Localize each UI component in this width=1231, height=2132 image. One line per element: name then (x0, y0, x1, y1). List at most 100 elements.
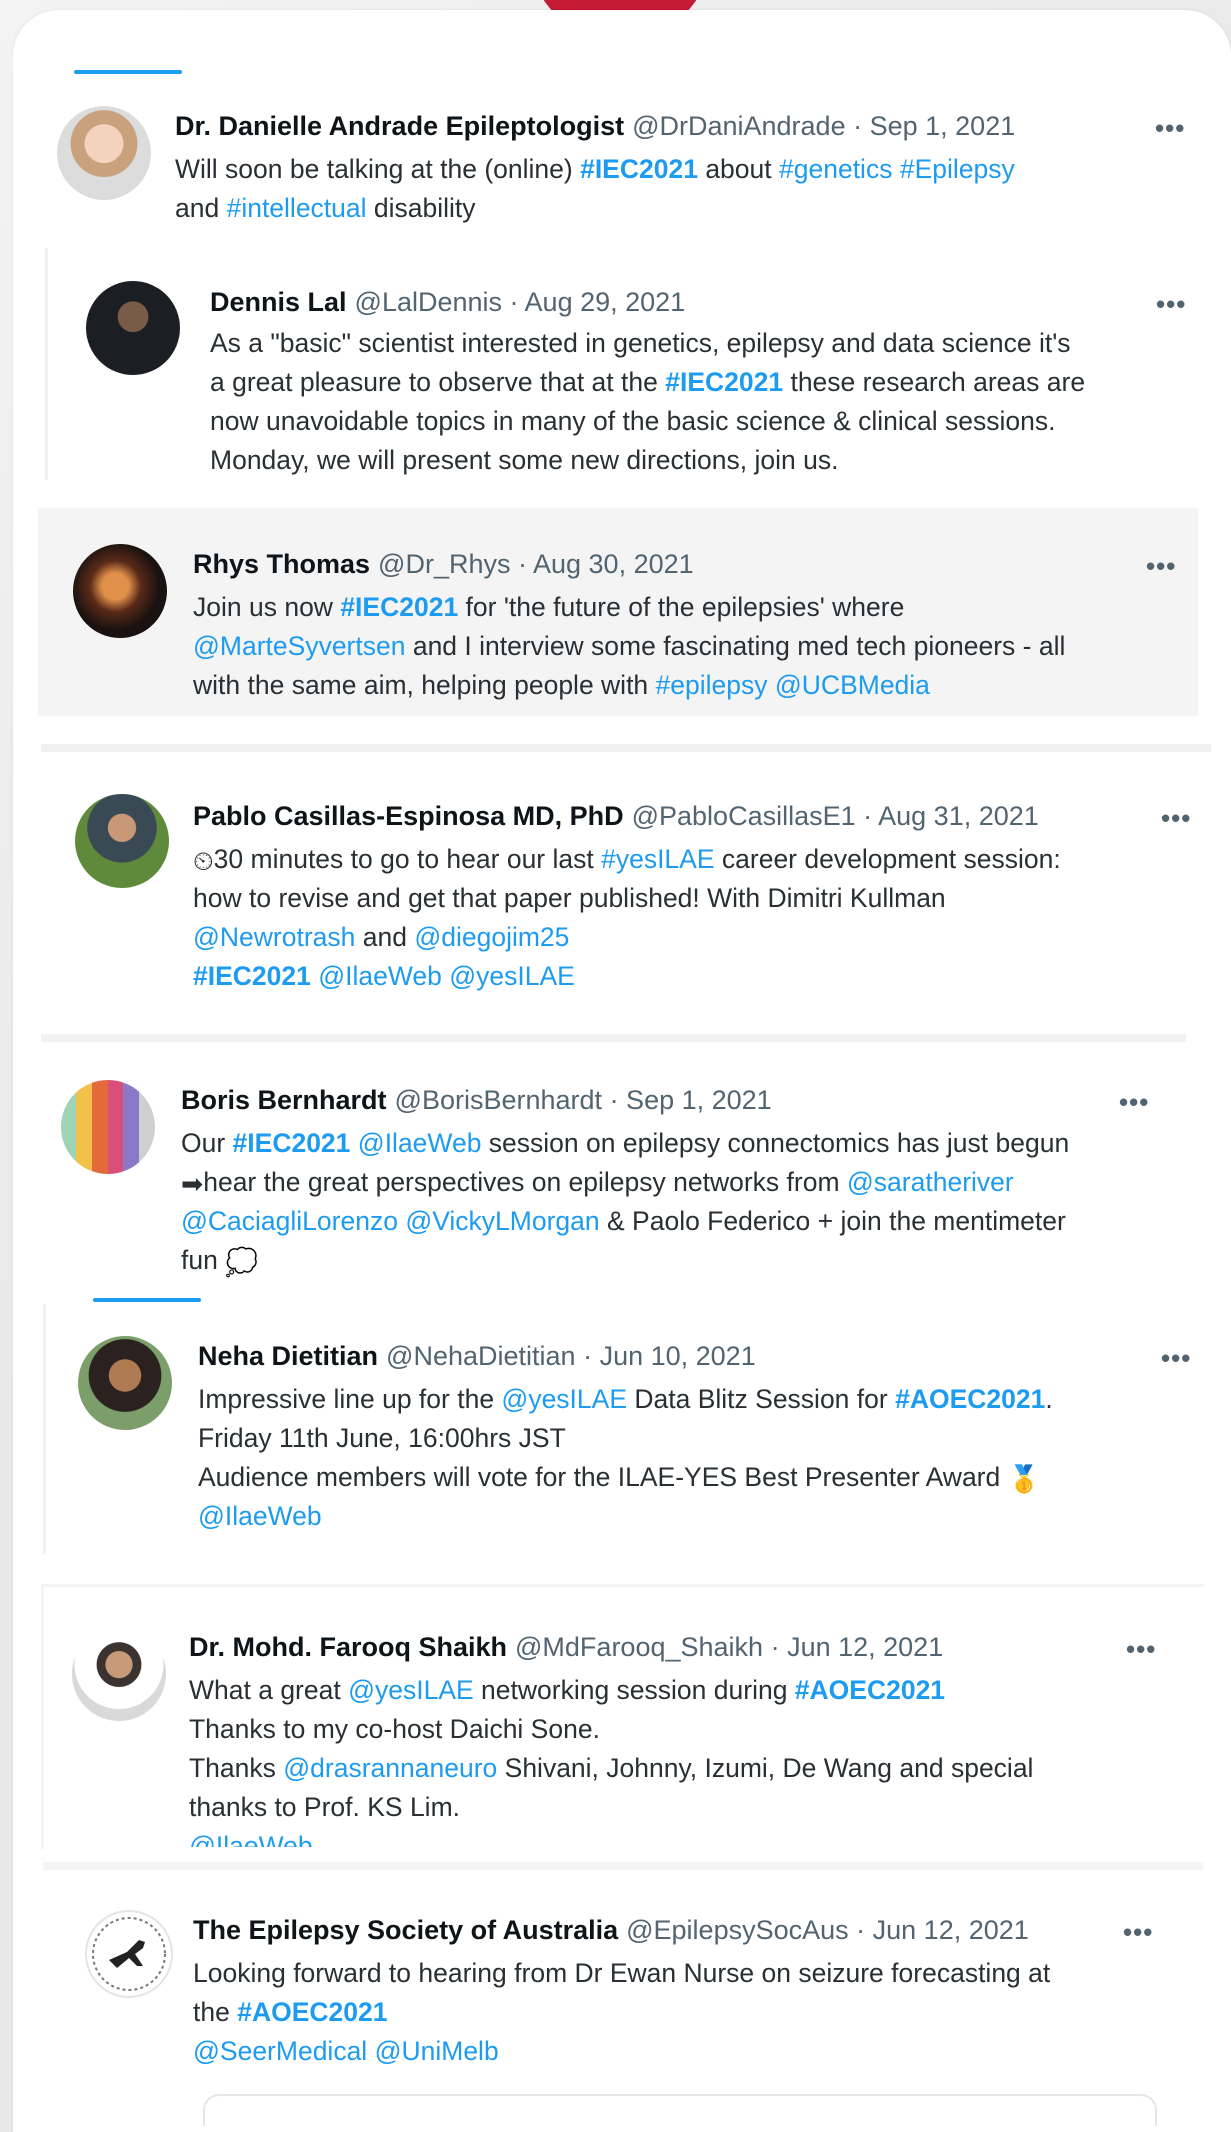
mention-link[interactable]: @UCBMedia (775, 670, 930, 700)
tweet-5[interactable]: Boris Bernhardt @BorisBernhardt · Sep 1, … (41, 1034, 1186, 1282)
tweet-line: Impressive line up for the @yesILAE Data… (198, 1380, 1053, 1419)
mention-link[interactable]: @yesILAE (501, 1384, 627, 1414)
tweet-text-segment: networking session during (473, 1675, 795, 1705)
tweet-date[interactable]: · Aug 30, 2021 (518, 549, 694, 579)
tweet-8[interactable]: The Epilepsy Society of Australia @Epilep… (43, 1862, 1203, 2126)
author-name[interactable]: Dr. Mohd. Farooq Shaikh (189, 1632, 507, 1662)
tweet-line: Monday, we will present some new directi… (210, 441, 1085, 480)
avatar[interactable] (73, 544, 167, 638)
tweet-line: @SeerMedical @UniMelb (193, 2032, 1050, 2071)
mention-link[interactable]: @VickyLMorgan (405, 1206, 599, 1236)
tweet-date[interactable]: · Aug 31, 2021 (863, 801, 1039, 831)
hashtag-link[interactable]: #IEC2021 (193, 961, 311, 991)
tweet-text-segment: Shivani, Johnny, Izumi, De Wang and spec… (497, 1753, 1034, 1783)
mention-link[interactable]: @IlaeWeb (358, 1128, 482, 1158)
author-handle[interactable]: @LalDennis (355, 287, 503, 317)
author-handle[interactable]: @MdFarooq_Shaikh (515, 1632, 763, 1662)
avatar[interactable] (86, 281, 180, 375)
mention-link[interactable]: @SeerMedical (193, 2036, 367, 2066)
author-handle[interactable]: @Dr_Rhys (378, 549, 510, 579)
hashtag-link[interactable]: #epilepsy (656, 670, 768, 700)
tweet-text-segment: career development session: (714, 844, 1061, 874)
avatar[interactable] (75, 794, 169, 888)
mention-link[interactable]: @yesILAE (449, 961, 575, 991)
tweet-line: thanks to Prof. KS Lim. (189, 1788, 1033, 1827)
hashtag-link[interactable]: #IEC2021 (580, 154, 698, 184)
author-handle[interactable]: @EpilepsySocAus (626, 1915, 849, 1945)
tweet-text-segment: Data Blitz Session for (627, 1384, 896, 1414)
mention-link[interactable]: @MarteSyvertsen (193, 631, 405, 661)
tweet-date[interactable]: · Sep 1, 2021 (853, 111, 1015, 141)
tweet-line: Thanks to my co-host Daichi Sone. (189, 1710, 1033, 1749)
author-name[interactable]: The Epilepsy Society of Australia (193, 1915, 618, 1945)
hashtag-link[interactable]: #AOEC2021 (237, 1997, 387, 2027)
more-options-icon[interactable]: ••• (1123, 1919, 1153, 1945)
author-handle[interactable]: @NehaDietitian (386, 1341, 576, 1371)
avatar[interactable] (72, 1627, 166, 1721)
avatar[interactable] (85, 1910, 173, 1998)
hashtag-link[interactable]: #genetics (779, 154, 892, 184)
more-options-icon[interactable]: ••• (1119, 1089, 1149, 1115)
author-handle[interactable]: @BorisBernhardt (395, 1085, 603, 1115)
hashtag-link[interactable]: #IEC2021 (233, 1128, 351, 1158)
author-name[interactable]: Neha Dietitian (198, 1341, 378, 1371)
author-name[interactable]: Dr. Danielle Andrade Epileptologist (175, 111, 624, 141)
author-name[interactable]: Dennis Lal (210, 287, 347, 317)
author-handle[interactable]: @DrDaniAndrade (632, 111, 846, 141)
tweet-date[interactable]: · Aug 29, 2021 (510, 287, 686, 317)
mention-link[interactable]: @diegojim25 (414, 922, 569, 952)
tweet-line: #IEC2021 @IlaeWeb @yesILAE (193, 957, 1061, 996)
avatar[interactable] (61, 1080, 155, 1174)
emoji-icon: 🥇 (1007, 1463, 1041, 1494)
tweet-4[interactable]: Pablo Casillas-Espinosa MD, PhD @PabloCas… (41, 744, 1211, 1014)
mention-link[interactable]: @Newrotrash (193, 922, 355, 952)
mention-link[interactable]: @saratheriver (847, 1167, 1014, 1197)
hashtag-link[interactable]: #AOEC2021 (895, 1384, 1045, 1414)
tweet-text-segment: and (175, 193, 227, 223)
avatar[interactable] (78, 1336, 172, 1430)
quoted-tweet-edge (203, 2094, 1157, 2126)
tweet-1[interactable]: Dr. Danielle Andrade Epileptologist @DrDa… (35, 78, 1205, 248)
tweet-date[interactable]: · Jun 12, 2021 (856, 1915, 1029, 1945)
mention-link[interactable]: @drasrannaneuro (283, 1753, 497, 1783)
avatar[interactable] (57, 106, 151, 200)
tweet-header: The Epilepsy Society of Australia @Epilep… (193, 1914, 1029, 1946)
mention-link[interactable]: @yesILAE (348, 1675, 474, 1705)
hashtag-link[interactable]: #intellectual (227, 193, 367, 223)
hashtag-link[interactable]: #IEC2021 (665, 367, 783, 397)
mention-link[interactable]: @IlaeWeb (189, 1831, 313, 1847)
author-name[interactable]: Pablo Casillas-Espinosa MD, PhD (193, 801, 624, 831)
more-options-icon[interactable]: ••• (1155, 115, 1185, 141)
tweet-line: Thanks @drasrannaneuro Shivani, Johnny, … (189, 1749, 1033, 1788)
author-handle[interactable]: @PabloCasillasE1 (632, 801, 856, 831)
tweet-text-segment: thanks to Prof. KS Lim. (189, 1792, 461, 1822)
mention-link[interactable]: @IlaeWeb (318, 961, 442, 991)
hashtag-link[interactable]: #Epilepsy (900, 154, 1015, 184)
tweet-line: Will soon be talking at the (online) #IE… (175, 150, 1015, 189)
author-name[interactable]: Boris Bernhardt (181, 1085, 387, 1115)
tweet-text-segment (350, 1128, 357, 1158)
author-name[interactable]: Rhys Thomas (193, 549, 370, 579)
hashtag-link[interactable]: #yesILAE (601, 844, 714, 874)
tweet-date[interactable]: · Sep 1, 2021 (610, 1085, 772, 1115)
tweet-3[interactable]: Rhys Thomas @Dr_Rhys · Aug 30, 2021 ••• J… (38, 508, 1198, 716)
mention-link[interactable]: @CaciagliLorenzo (181, 1206, 398, 1236)
tweet-text-segment: with the same aim, helping people with (193, 670, 656, 700)
more-options-icon[interactable]: ••• (1156, 291, 1186, 317)
more-options-icon[interactable]: ••• (1146, 553, 1176, 579)
tweet-date[interactable]: · Jun 10, 2021 (583, 1341, 756, 1371)
tweet-2[interactable]: Dennis Lal @LalDennis · Aug 29, 2021 ••• … (45, 248, 1218, 480)
mention-link[interactable]: @UniMelb (375, 2036, 499, 2066)
tweet-line: how to revise and get that paper publish… (193, 879, 1061, 918)
more-options-icon[interactable]: ••• (1161, 805, 1191, 831)
kangaroo-logo-icon (92, 1917, 166, 1991)
tweet-text-segment: Will soon be talking at the (online) (175, 154, 581, 184)
hashtag-link[interactable]: #IEC2021 (340, 592, 458, 622)
tweet-6[interactable]: Neha Dietitian @NehaDietitian · Jun 10, 2… (43, 1304, 1216, 1554)
more-options-icon[interactable]: ••• (1161, 1345, 1191, 1371)
tweet-date[interactable]: · Jun 12, 2021 (771, 1632, 944, 1662)
mention-link[interactable]: @IlaeWeb (198, 1501, 322, 1531)
more-options-icon[interactable]: ••• (1126, 1636, 1156, 1662)
hashtag-link[interactable]: #AOEC2021 (795, 1675, 945, 1705)
tweet-7[interactable]: Dr. Mohd. Farooq Shaikh @MdFarooq_Shaikh … (41, 1584, 1204, 1849)
